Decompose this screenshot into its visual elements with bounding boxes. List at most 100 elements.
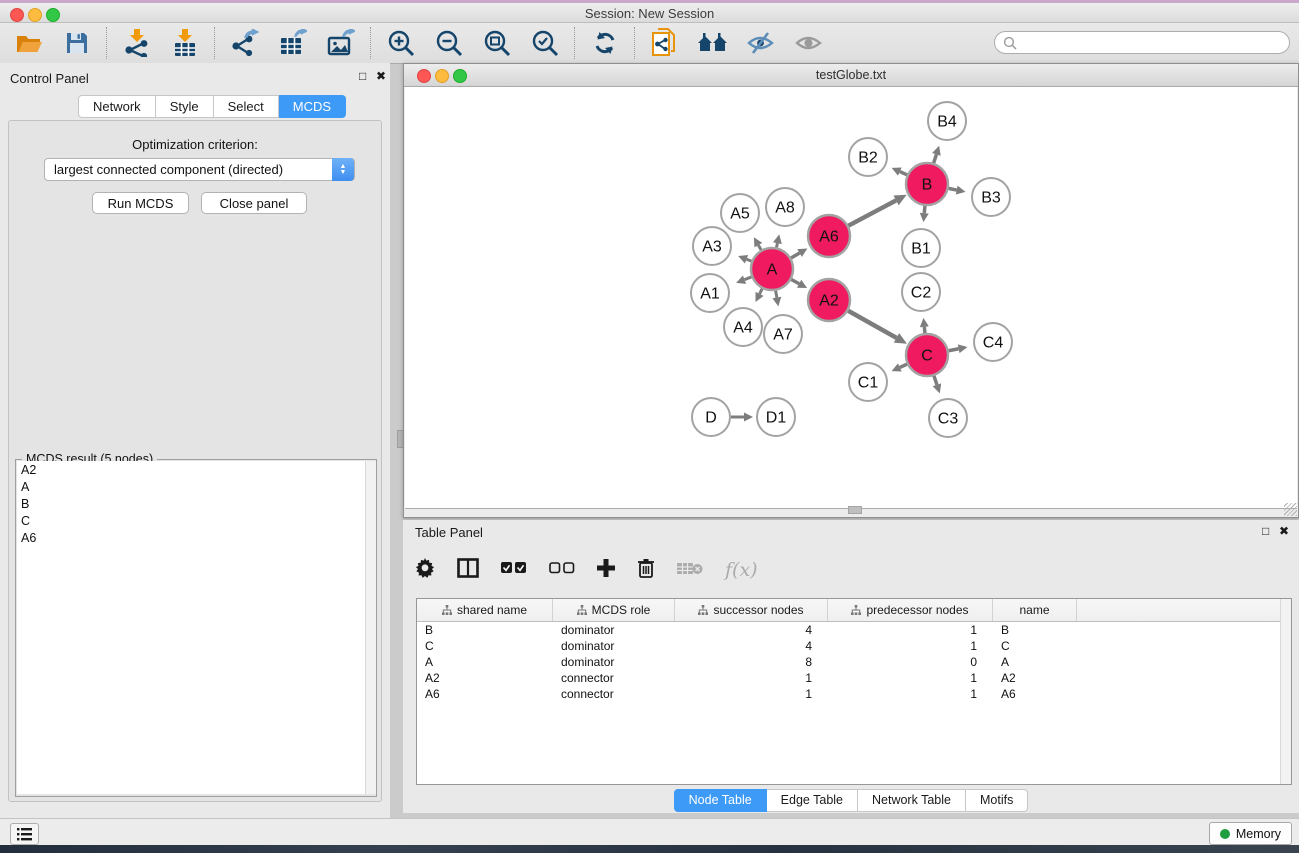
cell-MCDS-role[interactable]: connector [553, 687, 675, 701]
close-table-panel-icon[interactable]: ✖ [1279, 525, 1289, 537]
import-network-button[interactable] [120, 27, 154, 59]
edge-A-A4[interactable] [760, 289, 763, 294]
close-panel-button[interactable]: Close panel [201, 192, 307, 214]
cell-shared-name[interactable]: A2 [417, 671, 553, 685]
cell-successor-nodes[interactable]: 1 [675, 687, 828, 701]
float-panel-icon[interactable]: □ [359, 70, 366, 82]
function-builder-button[interactable]: f(x) [725, 559, 758, 581]
result-list-scrollbar[interactable] [365, 461, 376, 794]
cell-name[interactable]: C [993, 639, 1077, 653]
select-all-button[interactable] [501, 561, 527, 579]
result-item[interactable]: A2 [17, 461, 365, 478]
import-table-button[interactable] [168, 27, 202, 59]
cell-MCDS-role[interactable]: connector [553, 671, 675, 685]
cell-shared-name[interactable]: B [417, 623, 553, 637]
zoom-out-button[interactable] [432, 27, 466, 59]
cell-predecessor-nodes[interactable]: 1 [828, 671, 993, 685]
edge-B-B3[interactable] [949, 188, 957, 190]
zoom-selected-button[interactable] [528, 27, 562, 59]
tab-node-table[interactable]: Node Table [674, 789, 767, 812]
edge-C-C3[interactable] [934, 376, 937, 385]
tab-network-table[interactable]: Network Table [858, 789, 966, 812]
column-header-successor-nodes[interactable]: successor nodes [675, 599, 828, 621]
edge-A-A3[interactable] [747, 259, 752, 261]
column-header-predecessor-nodes[interactable]: predecessor nodes [828, 599, 993, 621]
tab-network[interactable]: Network [78, 95, 156, 118]
optimization-criterion-select[interactable]: largest connected component (directed) ▲… [44, 158, 355, 181]
table-row[interactable]: Adominator80A [417, 654, 1291, 670]
tab-edge-table[interactable]: Edge Table [767, 789, 858, 812]
edge-A2-C[interactable] [848, 311, 896, 338]
cell-MCDS-role[interactable]: dominator [553, 623, 675, 637]
edge-C-C1[interactable] [900, 364, 907, 367]
table-row[interactable]: A2connector11A2 [417, 670, 1291, 686]
cell-MCDS-role[interactable]: dominator [553, 639, 675, 653]
tab-style[interactable]: Style [156, 95, 214, 118]
edge-A-A7[interactable] [776, 291, 777, 298]
export-network-button[interactable] [228, 27, 262, 59]
cell-name[interactable]: A [993, 655, 1077, 669]
tab-mcds[interactable]: MCDS [279, 95, 346, 118]
result-item[interactable]: C [17, 512, 365, 529]
cell-predecessor-nodes[interactable]: 1 [828, 687, 993, 701]
edge-A-A6[interactable] [791, 253, 800, 258]
cell-shared-name[interactable]: C [417, 639, 553, 653]
cell-successor-nodes[interactable]: 8 [675, 655, 828, 669]
result-item[interactable]: A [17, 478, 365, 495]
column-selector-button[interactable] [457, 558, 479, 583]
table-scrollbar[interactable] [1280, 599, 1291, 784]
run-mcds-button[interactable]: Run MCDS [92, 192, 189, 214]
edge-A-A2[interactable] [791, 280, 799, 284]
float-table-panel-icon[interactable]: □ [1262, 525, 1269, 537]
cell-shared-name[interactable]: A6 [417, 687, 553, 701]
table-settings-button[interactable] [415, 558, 435, 583]
delete-column-button[interactable] [637, 558, 655, 583]
refresh-button[interactable] [588, 27, 622, 59]
cell-successor-nodes[interactable]: 1 [675, 671, 828, 685]
add-column-button[interactable] [597, 559, 615, 582]
zoom-fit-button[interactable] [480, 27, 514, 59]
zoom-in-button[interactable] [384, 27, 418, 59]
table-row[interactable]: Cdominator41C [417, 638, 1291, 654]
horizontal-splitter-thumb[interactable] [848, 506, 862, 514]
resize-grip-icon[interactable] [1284, 503, 1297, 516]
save-session-button[interactable] [60, 27, 94, 59]
edge-B-B1[interactable] [924, 206, 925, 213]
export-image-button[interactable] [324, 27, 358, 59]
tab-motifs[interactable]: Motifs [966, 789, 1028, 812]
cell-predecessor-nodes[interactable]: 0 [828, 655, 993, 669]
close-panel-icon[interactable]: ✖ [376, 70, 386, 82]
edge-B-B4[interactable] [934, 154, 937, 163]
edge-A6-B[interactable] [848, 200, 896, 225]
column-header-shared-name[interactable]: shared name [417, 599, 553, 621]
cell-predecessor-nodes[interactable]: 1 [828, 623, 993, 637]
hide-selected-button[interactable] [744, 27, 778, 59]
result-item[interactable]: A6 [17, 529, 365, 546]
network-canvas[interactable]: B4B2BB3A5A8A6A3AB1A1C2A2A4A7C4CC1DD1C3 [405, 87, 1297, 509]
cell-name[interactable]: B [993, 623, 1077, 637]
cell-name[interactable]: A6 [993, 687, 1077, 701]
delete-table-button[interactable] [677, 560, 703, 581]
new-network-from-selection-button[interactable] [648, 27, 682, 59]
first-neighbors-button[interactable] [696, 27, 730, 59]
table-row[interactable]: A6connector11A6 [417, 686, 1291, 702]
open-session-button[interactable] [12, 27, 46, 59]
edge-A-A1[interactable] [745, 277, 752, 280]
edge-A-A5[interactable] [758, 245, 761, 250]
cell-successor-nodes[interactable]: 4 [675, 623, 828, 637]
edge-C-C2[interactable] [924, 327, 925, 333]
deselect-all-button[interactable] [549, 561, 575, 579]
edge-C-C4[interactable] [949, 349, 959, 351]
search-field[interactable] [994, 31, 1290, 54]
column-header-MCDS-role[interactable]: MCDS role [553, 599, 675, 621]
column-header-name[interactable]: name [993, 599, 1077, 621]
edge-B-B2[interactable] [900, 172, 907, 175]
show-hidden-button[interactable] [792, 27, 826, 59]
cell-successor-nodes[interactable]: 4 [675, 639, 828, 653]
edge-A-A8[interactable] [777, 243, 778, 247]
cell-MCDS-role[interactable]: dominator [553, 655, 675, 669]
tab-select[interactable]: Select [214, 95, 279, 118]
cell-shared-name[interactable]: A [417, 655, 553, 669]
memory-button[interactable]: Memory [1209, 822, 1292, 845]
result-item[interactable]: B [17, 495, 365, 512]
